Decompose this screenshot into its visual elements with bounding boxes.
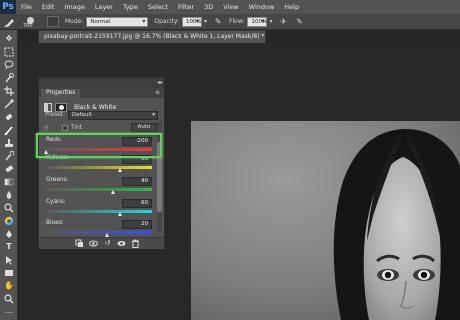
photoshop-logo: Ps (0, 0, 16, 14)
blues-track[interactable] (46, 231, 152, 234)
history-brush-tool-icon[interactable] (4, 151, 14, 161)
flow-dropdown-icon[interactable]: ▾ (269, 18, 272, 25)
pressure-opacity-icon[interactable]: ✎ (213, 17, 223, 27)
preset-select[interactable]: Default (68, 111, 158, 120)
menu-edit[interactable]: Edit (37, 0, 60, 14)
lasso-tool-icon[interactable] (4, 60, 14, 70)
greens-value-input[interactable]: 40 (122, 177, 152, 186)
preset-label: Preset: (45, 112, 66, 118)
menu-window[interactable]: Window (244, 0, 280, 14)
tint-label: Tint (71, 125, 82, 131)
path-selection-tool-icon[interactable] (4, 255, 14, 265)
menu-type[interactable]: Type (118, 0, 143, 14)
pen-tool-icon[interactable] (4, 229, 14, 239)
flow-input[interactable]: 100% (247, 16, 268, 27)
edit-toolbar-icon[interactable]: ⋯ (4, 308, 14, 318)
menu-help[interactable]: Help (279, 0, 304, 14)
panel-tab-bar: Properties ≡ (39, 88, 164, 98)
hand-tool-icon[interactable]: ✋ (4, 281, 14, 291)
cyans-track[interactable] (46, 210, 152, 213)
menu-bar: Ps File Edit Image Layer Type Select Fil… (0, 0, 460, 14)
tab-properties[interactable]: Properties (41, 89, 81, 98)
greens-thumb[interactable] (111, 190, 116, 194)
collapse-panel-icon[interactable]: ◂◂ (157, 78, 162, 88)
blur-tool-icon[interactable] (4, 190, 14, 200)
document-tab[interactable]: pixabay-portrait-2159177.jpg @ 16.7% (Bl… (38, 30, 266, 43)
zoom-tool-icon[interactable] (4, 294, 14, 304)
quick-selection-tool-icon[interactable] (4, 73, 14, 83)
menu-3d[interactable]: 3D (199, 0, 218, 14)
mode-select[interactable]: Normal (86, 16, 149, 27)
trash-icon[interactable] (131, 239, 140, 248)
eye-icon[interactable] (89, 239, 98, 248)
opacity-input[interactable]: 100% (182, 16, 203, 27)
opacity-dropdown-icon[interactable]: ▾ (204, 18, 207, 25)
brush-tool-icon[interactable] (4, 125, 14, 135)
targeted-adjustment-icon[interactable]: ☝ (44, 123, 48, 133)
greens-label: Greens: (46, 177, 69, 183)
move-tool-icon[interactable]: ✥ (4, 34, 14, 44)
rectangle-tool-icon[interactable] (4, 268, 14, 278)
clip-to-layer-icon[interactable] (75, 239, 84, 248)
visibility-toggle-icon[interactable] (117, 239, 126, 248)
tint-row: ☝ Tint Auto (42, 123, 160, 133)
brush-tool-preset-icon[interactable] (3, 16, 17, 28)
tools-panel: ✥ T ✋ ⋯ (0, 30, 18, 320)
panel-menu-icon[interactable]: ≡ (155, 88, 160, 98)
menu-layer[interactable]: Layer (90, 0, 118, 14)
crop-tool-icon[interactable] (4, 86, 14, 96)
yellows-thumb[interactable] (117, 168, 122, 172)
undo-icon[interactable]: ↺ (103, 239, 112, 248)
brush-size-value: 700 (23, 22, 33, 29)
cyans-label: Cyans: (46, 199, 66, 205)
opacity-label: Opacity: (154, 18, 180, 25)
blues-value-input[interactable]: 20 (122, 220, 152, 229)
panel-footer: ↺ (39, 237, 164, 249)
flow-label: Flow: (229, 18, 245, 25)
tint-checkbox[interactable] (62, 125, 68, 131)
panel-header[interactable]: ◂◂ (39, 78, 164, 88)
type-tool-icon[interactable]: T (4, 242, 14, 252)
eyedropper-tool-icon[interactable] (4, 99, 14, 109)
menu-select[interactable]: Select (143, 0, 173, 14)
menu-filter[interactable]: Filter (173, 0, 199, 14)
airbrush-icon[interactable]: ✈ (278, 17, 288, 27)
options-bar: 700 Mode: Normal Opacity: 100% ▾ ✎ Flow:… (0, 14, 460, 30)
auto-button[interactable]: Auto (131, 123, 157, 132)
clone-stamp-tool-icon[interactable] (4, 138, 14, 148)
dodge-tool-icon[interactable] (4, 203, 14, 213)
cyans-thumb[interactable] (117, 212, 122, 216)
greens-track[interactable] (46, 188, 152, 191)
reds-slider-highlight (36, 133, 162, 158)
portrait-photo (191, 121, 460, 320)
blues-label: Blues: (46, 220, 64, 226)
brush-panel-toggle-icon[interactable] (47, 16, 59, 27)
healing-brush-tool-icon[interactable] (4, 112, 14, 122)
gradient-tool-icon[interactable] (4, 177, 14, 187)
menu-file[interactable]: File (16, 0, 37, 14)
menu-view[interactable]: View (218, 0, 243, 14)
menu-image[interactable]: Image (59, 0, 89, 14)
yellows-track[interactable] (46, 166, 152, 169)
marquee-tool-icon[interactable] (4, 47, 14, 57)
eraser-tool-icon[interactable] (4, 164, 14, 174)
document-tab-title: pixabay-portrait-2159177.jpg @ 16.7% (Bl… (44, 33, 265, 40)
properties-panel: ◂◂ Properties ≡ Black & White Preset: De… (38, 77, 165, 249)
color-wheel-icon[interactable] (4, 216, 14, 226)
preset-row: Preset: Default (42, 110, 160, 120)
pressure-size-icon[interactable]: ✎ (294, 17, 304, 27)
cyans-value-input[interactable]: 60 (122, 199, 152, 208)
brush-size-picker[interactable]: 700 (21, 16, 43, 29)
mode-label: Mode: (65, 18, 84, 25)
